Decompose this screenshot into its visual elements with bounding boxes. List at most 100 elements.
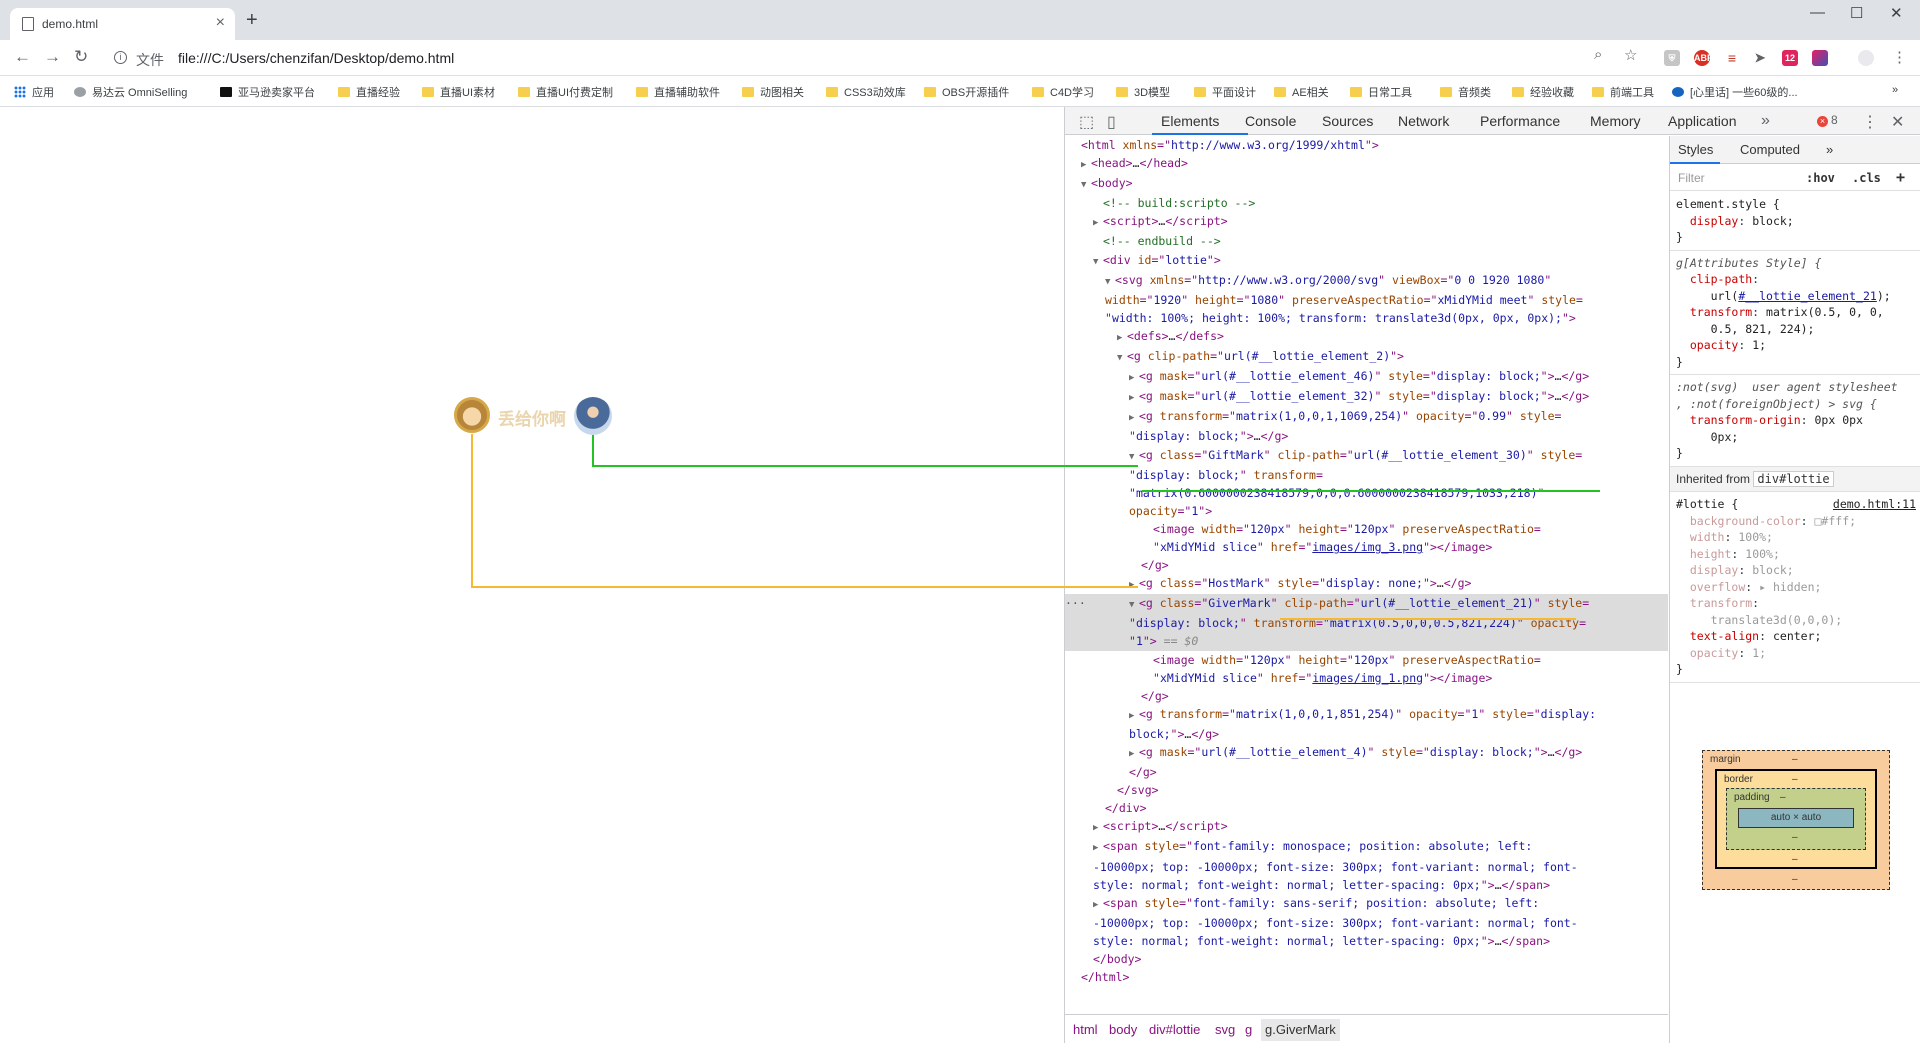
breadcrumb-html[interactable]: html	[1073, 1022, 1098, 1037]
bookmark-star-icon[interactable]: ☆	[1624, 46, 1637, 64]
dom-node[interactable]: </svg>	[1065, 781, 1668, 799]
rule-lottie[interactable]: #lottie {demo.html:11 background-color: …	[1670, 492, 1920, 683]
minimize-button[interactable]: —	[1810, 4, 1825, 21]
bookmark-folder[interactable]: CSS3动效库	[826, 84, 906, 100]
breadcrumb-div-lottie[interactable]: div#lottie	[1149, 1022, 1200, 1037]
dom-node[interactable]: ▶ <span style="font-family: sans-serif; p…	[1065, 894, 1668, 914]
bookmark-item[interactable]: 亚马逊卖家平台	[220, 84, 315, 100]
dom-node[interactable]: <html xmlns="http://www.w3.org/1999/xhtm…	[1065, 136, 1668, 154]
breadcrumb-givermark[interactable]: g.GiverMark	[1261, 1019, 1340, 1041]
bookmark-folder[interactable]: 直播辅助软件	[636, 84, 720, 100]
bookmark-item[interactable]: 易达云 OmniSelling	[74, 84, 187, 100]
tab-elements[interactable]: Elements	[1161, 113, 1219, 129]
box-model-content[interactable]: auto × auto	[1738, 808, 1854, 828]
dom-node[interactable]: <image width="120px" height="120px" pres…	[1065, 520, 1668, 538]
dom-node[interactable]: ▼ <body>	[1065, 174, 1668, 194]
info-icon[interactable]: i	[114, 51, 127, 64]
bookmark-folder[interactable]: OBS开源插件	[924, 84, 1009, 100]
address-bar[interactable]: i 文件 file:///C:/Users/chenzifan/Desktop/…	[102, 44, 1692, 72]
back-button[interactable]: ←	[14, 48, 31, 66]
bookmark-apps[interactable]: 应用	[14, 84, 54, 100]
bookmark-folder[interactable]: C4D学习	[1032, 84, 1094, 100]
bookmark-folder[interactable]: 日常工具	[1350, 84, 1412, 100]
inspect-element-icon[interactable]: ⬚	[1079, 112, 1094, 132]
dom-node[interactable]: ▶ <script>…</script>	[1065, 817, 1668, 837]
adblock-extension-icon[interactable]: ABP	[1694, 50, 1713, 66]
breadcrumb-svg[interactable]: svg	[1215, 1022, 1235, 1037]
bookmark-item[interactable]: [心里话] 一些60级的...	[1672, 84, 1798, 100]
tab-computed[interactable]: Computed	[1740, 142, 1800, 157]
dom-node[interactable]: ▶ <g class="HostMark" style="display: non…	[1065, 574, 1668, 594]
dom-node[interactable]: ▶ <defs>…</defs>	[1065, 327, 1668, 347]
new-tab-button[interactable]: +	[246, 10, 258, 30]
bookmark-folder[interactable]: 直播UI付费定制	[518, 84, 613, 100]
maximize-button[interactable]: ☐	[1850, 4, 1863, 22]
bookmark-folder[interactable]: 直播UI素材	[422, 84, 495, 100]
dom-node[interactable]: ▶ <g transform="matrix(1,0,0,1,1069,254)"…	[1065, 407, 1668, 427]
more-tabs-icon[interactable]: »	[1761, 112, 1770, 130]
zoom-icon[interactable]: ⌕	[1594, 46, 1602, 63]
dom-node[interactable]: </html>	[1065, 968, 1668, 986]
url-text[interactable]: file:///C:/Users/chenzifan/Desktop/demo.…	[178, 50, 454, 66]
more-menu-icon[interactable]: ⋮	[1892, 48, 1907, 66]
dom-node-givermark-selected[interactable]: ··· ▼ <g class="GiverMark" clip-path="url(…	[1065, 594, 1668, 615]
rule-attributes-style[interactable]: g[Attributes Style] { clip-path: url(#__…	[1670, 251, 1920, 375]
tab-network[interactable]: Network	[1398, 113, 1449, 129]
dom-comment[interactable]: <!-- build:scripto -->	[1065, 194, 1668, 212]
reload-button[interactable]: ↻	[74, 48, 88, 66]
dom-node[interactable]: ▼ <g clip-path="url(#__lottie_element_2)"…	[1065, 347, 1668, 367]
device-toolbar-icon[interactable]: ▯	[1107, 112, 1116, 132]
bookmark-folder[interactable]: AE相关	[1274, 84, 1329, 100]
dom-node[interactable]: ▼ <div id="lottie">	[1065, 251, 1668, 271]
tab-styles[interactable]: Styles	[1678, 142, 1713, 157]
more-panes-icon[interactable]: »	[1826, 142, 1833, 157]
bookmark-folder[interactable]: 音频类	[1440, 84, 1491, 100]
badge-extension-icon[interactable]: 12	[1782, 50, 1798, 66]
color-extension-icon[interactable]	[1812, 50, 1828, 66]
tab-console[interactable]: Console	[1245, 113, 1296, 129]
dom-node[interactable]: </g>	[1065, 556, 1668, 574]
error-count-badge[interactable]: × 8	[1817, 113, 1838, 127]
dom-node-giftmark[interactable]: ▼ <g class="GiftMark" clip-path="url(#__l…	[1065, 446, 1668, 466]
bookmark-folder[interactable]: 平面设计	[1194, 84, 1256, 100]
tab-memory[interactable]: Memory	[1590, 113, 1641, 129]
dom-node[interactable]: ▶ <script>…</script>	[1065, 212, 1668, 232]
rule-element-style[interactable]: element.style { display: block; }	[1670, 192, 1920, 251]
rule-source-link[interactable]: demo.html:11	[1833, 496, 1916, 513]
bookmark-folder[interactable]: 动图相关	[742, 84, 804, 100]
cls-toggle[interactable]: .cls	[1852, 171, 1881, 185]
shield-extension-icon[interactable]: ⛨	[1664, 50, 1680, 66]
profile-avatar[interactable]	[1858, 50, 1874, 66]
dom-node[interactable]: ▶ <g mask="url(#__lottie_element_32)" sty…	[1065, 387, 1668, 407]
dom-node[interactable]: </body>	[1065, 950, 1668, 968]
breadcrumb-g[interactable]: g	[1245, 1022, 1252, 1037]
dom-node[interactable]: </g>	[1065, 763, 1668, 781]
menu-extension-icon[interactable]: ≡	[1724, 50, 1740, 66]
dom-node[interactable]: </div>	[1065, 799, 1668, 817]
dom-node[interactable]: ▶ <head>…</head>	[1065, 154, 1668, 174]
bookmarks-overflow-icon[interactable]: »	[1892, 84, 1898, 96]
close-icon[interactable]: ×	[216, 14, 225, 32]
cursor-extension-icon[interactable]: ➤	[1752, 50, 1768, 66]
dom-node[interactable]: </g>	[1065, 687, 1668, 705]
tab-performance[interactable]: Performance	[1480, 113, 1560, 129]
devtools-menu-icon[interactable]: ⋮	[1862, 112, 1878, 132]
dom-node[interactable]: ▼ <svg xmlns="http://www.w3.org/2000/svg"…	[1065, 271, 1668, 291]
inherited-node-link[interactable]: div#lottie	[1753, 470, 1834, 487]
forward-button[interactable]: →	[44, 48, 61, 66]
dom-node[interactable]: ▶ <g mask="url(#__lottie_element_4)" styl…	[1065, 743, 1668, 763]
bookmark-folder[interactable]: 经验收藏	[1512, 84, 1574, 100]
node-actions-icon[interactable]: ···	[1065, 594, 1086, 612]
devtools-close-icon[interactable]: ✕	[1891, 112, 1904, 132]
window-close-button[interactable]: ✕	[1890, 4, 1903, 22]
rule-user-agent[interactable]: :not(svg) user agent stylesheet , :not(f…	[1670, 375, 1920, 467]
hov-toggle[interactable]: :hov	[1806, 171, 1835, 185]
bookmark-folder[interactable]: 前端工具	[1592, 84, 1654, 100]
browser-tab[interactable]: demo.html ×	[10, 8, 235, 40]
dom-comment[interactable]: <!-- endbuild -->	[1065, 232, 1668, 250]
bookmark-folder[interactable]: 3D模型	[1116, 84, 1170, 100]
breadcrumb-body[interactable]: body	[1109, 1022, 1137, 1037]
dom-node[interactable]: ▶ <g transform="matrix(1,0,0,1,851,254)" …	[1065, 705, 1668, 725]
styles-filter-input[interactable]: Filter	[1678, 171, 1705, 185]
tab-application[interactable]: Application	[1668, 113, 1737, 129]
